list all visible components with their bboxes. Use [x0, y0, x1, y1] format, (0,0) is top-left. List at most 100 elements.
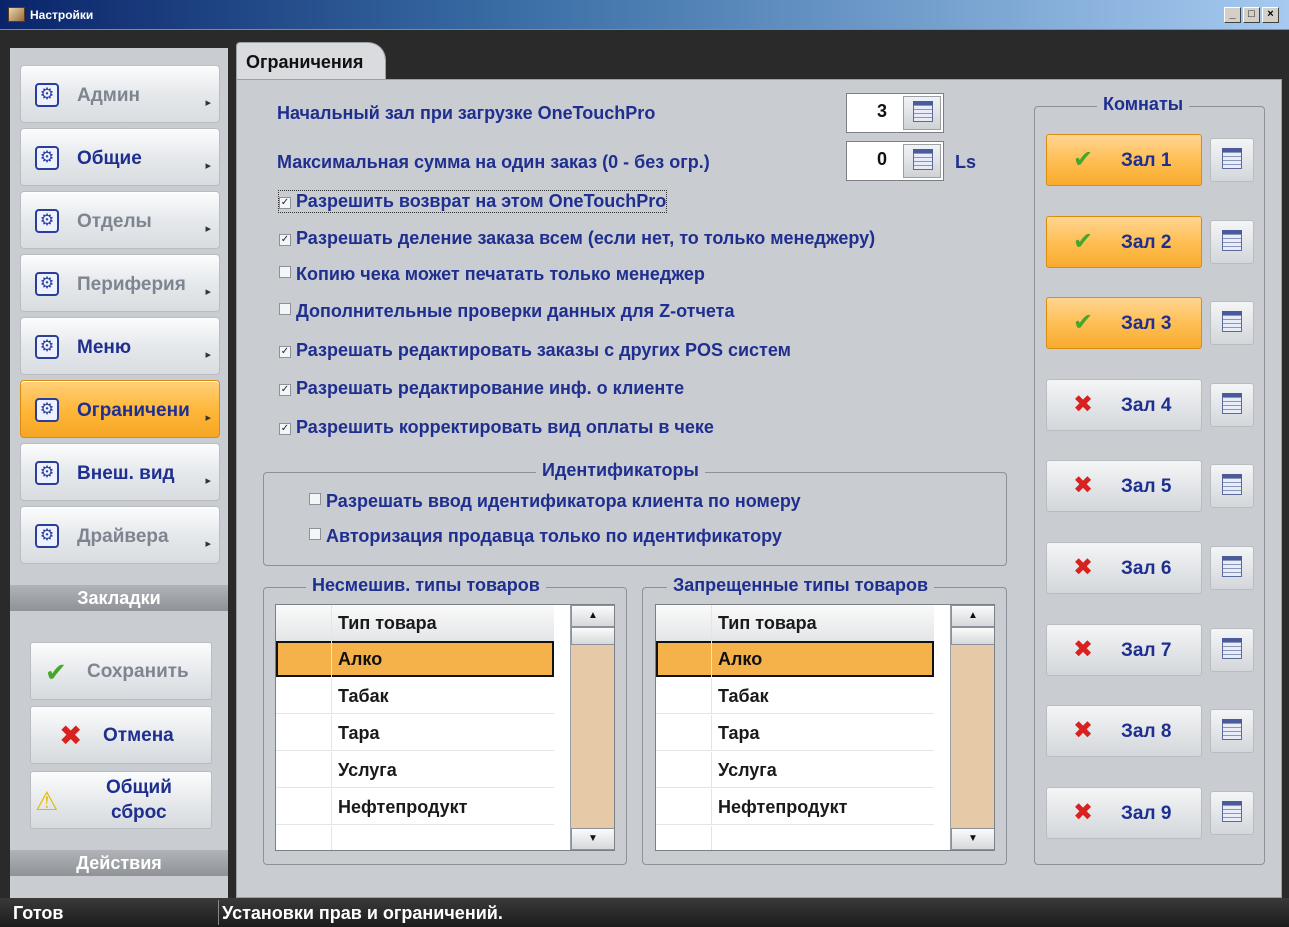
table-row[interactable] — [656, 826, 934, 850]
option-label: Дополнительные проверки данных для Z-отч… — [296, 301, 735, 321]
sidebar-item-1[interactable]: ⚙ Админ ▸ — [20, 65, 220, 123]
table-row[interactable]: Табак — [656, 678, 934, 714]
calendar-icon — [1222, 800, 1242, 822]
option-checkbox-7[interactable]: ✓ Разрешить корректировать вид оплаты в ч… — [279, 417, 714, 438]
table-row[interactable]: Услуга — [276, 752, 554, 788]
save-button-label: Сохранить — [87, 661, 189, 682]
scroll-thumb[interactable] — [951, 627, 994, 645]
scroll-up-button[interactable]: ▲ — [571, 605, 614, 627]
identifier-checkbox-2[interactable]: Авторизация продавца только по идентифик… — [309, 526, 782, 547]
scroll-up-button[interactable]: ▲ — [951, 605, 994, 627]
maximize-button[interactable]: □ — [1243, 7, 1260, 23]
scroll-thumb[interactable] — [571, 627, 614, 645]
start-hall-input[interactable]: 3 — [846, 93, 944, 133]
gear-icon: ⚙ — [35, 398, 59, 422]
grid-row-indicator — [276, 789, 332, 825]
room-settings-button-1[interactable] — [1210, 138, 1254, 182]
room-button-9[interactable]: ✖ Зал 9 — [1046, 786, 1202, 839]
option-label: Разрешать редактирование инф. о клиенте — [296, 378, 685, 398]
room-settings-button-6[interactable] — [1210, 546, 1254, 590]
calendar-icon — [1222, 637, 1242, 659]
max-sum-picker-button[interactable] — [903, 144, 941, 178]
gear-icon: ⚙ — [35, 461, 59, 485]
table-row[interactable]: Нефтепродукт — [276, 789, 554, 825]
room-settings-button-4[interactable] — [1210, 382, 1254, 427]
grid-row-indicator — [656, 715, 712, 751]
room-button-4[interactable]: ✖ Зал 4 — [1046, 378, 1202, 431]
room-label: Зал 5 — [1121, 476, 1172, 498]
room-settings-button-7[interactable] — [1210, 627, 1254, 672]
sidebar-item-label: Админ — [77, 85, 140, 106]
option-checkbox-1[interactable]: ✓ Разрешить возврат на этом OneTouchPro — [277, 190, 668, 213]
grid-row-indicator — [276, 605, 332, 641]
option-checkbox-6[interactable]: ✓ Разрешать редактирование инф. о клиенте — [279, 378, 684, 399]
sidebar-item-5[interactable]: ⚙ Меню ▸ — [20, 317, 220, 375]
table-row[interactable]: Табак — [276, 678, 554, 714]
table-row[interactable]: Тара — [656, 715, 934, 751]
sidebar-item-2[interactable]: ⚙ Общие ▸ — [20, 128, 220, 186]
sidebar-item-8[interactable]: ⚙ Драйвера ▸ — [20, 506, 220, 564]
identifiers-group: Идентификаторы — [263, 460, 1007, 566]
table-row[interactable]: Алко — [276, 641, 554, 677]
identifier-checkbox-1[interactable]: Разрешать ввод идентификатора клиента по… — [309, 491, 801, 512]
table-row[interactable]: Нефтепродукт — [656, 789, 934, 825]
close-button[interactable]: × — [1262, 7, 1279, 23]
room-button-1[interactable]: ✔ Зал 1 — [1046, 134, 1202, 186]
room-settings-button-5[interactable] — [1210, 464, 1254, 509]
max-sum-input[interactable]: 0 — [846, 141, 944, 181]
grid-row-indicator — [276, 752, 332, 788]
start-hall-picker-button[interactable] — [903, 96, 941, 130]
room-button-5[interactable]: ✖ Зал 5 — [1046, 460, 1202, 513]
calendar-icon — [1222, 148, 1242, 169]
room-settings-button-8[interactable] — [1210, 709, 1254, 754]
vertical-scrollbar[interactable]: ▲ ▼ — [570, 605, 614, 850]
option-checkbox-3[interactable]: Копию чека может печатать только менедже… — [279, 264, 705, 285]
sidebar-item-4[interactable]: ⚙ Периферия ▸ — [20, 254, 220, 312]
minimize-button[interactable]: _ — [1224, 7, 1241, 23]
check-icon: ✔ — [1073, 309, 1094, 337]
room-label: Зал 1 — [1121, 150, 1172, 171]
grid-row-indicator — [276, 826, 332, 850]
table-row[interactable] — [276, 826, 554, 850]
sidebar-item-label: Периферия — [77, 274, 186, 295]
checkbox-icon — [279, 303, 291, 315]
currency-unit: Ls — [955, 152, 977, 172]
cancel-button[interactable]: ✖ Отмена — [30, 706, 212, 764]
option-checkbox-4[interactable]: Дополнительные проверки данных для Z-отч… — [279, 301, 735, 322]
option-checkbox-5[interactable]: ✓ Разрешать редактировать заказы с других… — [279, 340, 791, 361]
grid-row-indicator — [656, 826, 712, 850]
forbidden-types-title: Запрещенные типы товаров — [667, 575, 935, 596]
option-label: Разрешать редактировать заказы с других … — [296, 340, 791, 360]
room-button-2[interactable]: ✔ Зал 2 — [1046, 215, 1202, 268]
reset-button[interactable]: ⚠ Общий сброс — [30, 771, 212, 829]
type-cell: Услуга — [338, 760, 397, 780]
sidebar-item-3[interactable]: ⚙ Отделы ▸ — [20, 191, 220, 249]
room-settings-button-3[interactable] — [1210, 301, 1254, 346]
forbidden-types-grid[interactable]: Тип товара Алко Табак Тара Услуга Нефтепродук… — [655, 604, 995, 851]
checkbox-icon: ✓ — [279, 197, 291, 209]
unmixed-types-grid[interactable]: Тип товара Алко Табак Тара Услуга Нефтепродук… — [275, 604, 615, 851]
room-settings-button-9[interactable] — [1210, 790, 1254, 835]
max-sum-label: Максимальная сумма на один заказ (0 - бе… — [277, 152, 710, 172]
room-button-6[interactable]: ✖ Зал 6 — [1046, 542, 1202, 594]
scroll-down-button[interactable]: ▼ — [571, 828, 614, 850]
grid-header: Тип товара — [656, 605, 934, 641]
table-row[interactable]: Услуга — [656, 752, 934, 788]
room-button-7[interactable]: ✖ Зал 7 — [1046, 623, 1202, 676]
room-button-8[interactable]: ✖ Зал 8 — [1046, 705, 1202, 758]
calendar-icon — [1222, 229, 1242, 251]
tab-restrictions[interactable]: Ограничения — [236, 42, 386, 80]
scroll-down-button[interactable]: ▼ — [951, 828, 994, 850]
sidebar-item-6[interactable]: ⚙ Ограничени ▸ — [20, 380, 220, 438]
checkbox-icon: ✓ — [279, 384, 291, 396]
sidebar-item-7[interactable]: ⚙ Внеш. вид ▸ — [20, 443, 220, 501]
table-row[interactable]: Алко — [656, 641, 934, 677]
room-button-3[interactable]: ✔ Зал 3 — [1046, 297, 1202, 350]
room-settings-button-2[interactable] — [1210, 219, 1254, 264]
table-row[interactable]: Тара — [276, 715, 554, 751]
save-button[interactable]: ✔ Сохранить — [30, 642, 212, 700]
option-checkbox-2[interactable]: ✓ Разрешать деление заказа всем (если нет… — [279, 228, 875, 249]
identifiers-group-title: Идентификаторы — [536, 460, 705, 481]
type-cell: Алко — [718, 649, 763, 669]
vertical-scrollbar[interactable]: ▲ ▼ — [950, 605, 994, 850]
